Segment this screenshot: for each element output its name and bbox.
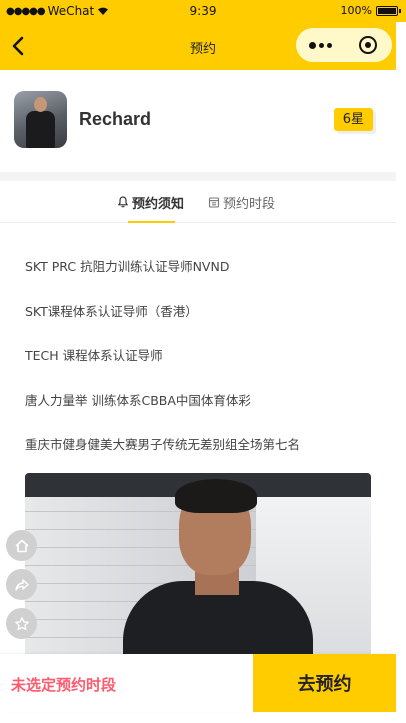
tab-label: 预约时段	[223, 196, 276, 212]
coach-photo	[25, 473, 371, 673]
battery-indicator: 100%	[340, 4, 401, 17]
calendar-icon	[208, 197, 220, 208]
tab-booking-slots[interactable]: 预约时段	[208, 181, 275, 223]
tab-booking-notice[interactable]: 预约须知	[117, 181, 184, 223]
tab-bar: 预约须知 预约时段	[0, 181, 406, 223]
more-dot-icon	[326, 42, 332, 48]
favorite-button[interactable]	[6, 608, 37, 639]
book-button[interactable]: 去预约	[253, 654, 396, 712]
scroll-edge	[396, 22, 406, 723]
navigation-bar: 预约	[0, 22, 406, 70]
list-item: SKT课程体系认证导师（香港）	[25, 303, 198, 319]
target-circle-icon	[359, 36, 377, 54]
battery-percent: 100%	[340, 4, 372, 17]
avatar	[14, 91, 67, 148]
selected-slot-status: 未选定预约时段	[11, 676, 117, 694]
level-badge: 6星	[333, 108, 373, 131]
more-dot-icon	[318, 42, 324, 48]
miniprogram-capsule	[296, 28, 392, 62]
battery-icon	[376, 5, 401, 16]
bell-icon	[118, 196, 128, 208]
status-bar: ●●●●● WeChat 9:39 100%	[0, 0, 406, 22]
home-icon	[14, 539, 29, 552]
list-item: 唐人力量举 训练体系CBBA中国体育体彩	[25, 392, 251, 408]
share-button[interactable]	[6, 569, 37, 600]
star-icon	[14, 616, 29, 630]
home-button[interactable]	[6, 530, 37, 561]
bottom-action-bar: 未选定预约时段 去预约	[0, 654, 406, 712]
share-icon	[14, 578, 29, 591]
tab-label: 预约须知	[132, 196, 185, 212]
section-divider	[0, 172, 406, 181]
coach-header: Rechard 6星	[0, 70, 406, 172]
more-dot-icon	[308, 41, 316, 49]
list-item: 重庆市健身健美大赛男子传统无差别组全场第七名	[25, 437, 301, 452]
list-item: SKT PRC 抗阻力训练认证导师NVND	[25, 259, 230, 274]
list-item: TECH 课程体系认证导师	[25, 348, 163, 363]
close-miniprogram-button[interactable]	[344, 28, 392, 62]
coach-name: Rechard	[79, 109, 152, 129]
certification-list: SKT PRC 抗阻力训练认证导师NVND SKT课程体系认证导师（香港） TE…	[25, 223, 385, 455]
more-options-button[interactable]	[296, 28, 344, 62]
